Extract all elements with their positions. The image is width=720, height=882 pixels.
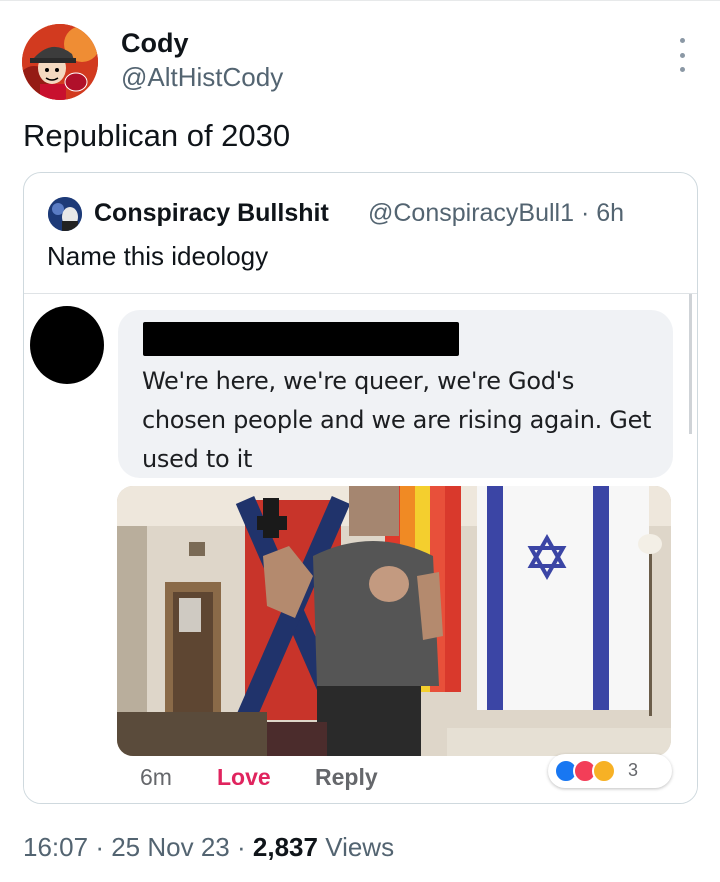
- haha-reaction-icon: [592, 759, 616, 783]
- author-name[interactable]: Cody: [121, 28, 189, 59]
- more-options-icon[interactable]: [672, 38, 692, 72]
- author-avatar[interactable]: [22, 24, 98, 100]
- post-date[interactable]: 25 Nov 23: [111, 832, 230, 862]
- post-time[interactable]: 16:07: [23, 832, 88, 862]
- comment-reply-button: Reply: [315, 764, 378, 790]
- top-divider: [0, 0, 720, 1]
- quoted-author-handle[interactable]: @ConspiracyBull1: [368, 199, 574, 227]
- quoted-media-image[interactable]: We're here, we're queer, we're God's cho…: [24, 293, 697, 803]
- author-handle[interactable]: @AltHistCody: [121, 62, 283, 93]
- footer-separator: ·: [236, 832, 246, 862]
- scrollbar-artifact: [689, 294, 692, 434]
- redacted-name-bar: [143, 322, 459, 356]
- quoted-author-name[interactable]: Conspiracy Bullshit: [94, 199, 329, 228]
- tweet-text: Republican of 2030: [23, 118, 291, 153]
- quoted-tweet-card[interactable]: Conspiracy Bullshit @ConspiracyBull1 · 6…: [23, 172, 698, 804]
- quoted-text: Name this ideology: [47, 241, 269, 271]
- quoted-age[interactable]: 6h: [596, 199, 624, 227]
- views-count[interactable]: 2,837: [253, 832, 318, 862]
- tweet-footer: 16:07 · 25 Nov 23 · 2,837 Views: [23, 832, 394, 863]
- reaction-summary: 3: [548, 754, 672, 788]
- comment-actions: 6m Love Reply 3: [24, 754, 697, 798]
- quoted-meta: @ConspiracyBull1 · 6h: [368, 199, 624, 228]
- redacted-avatar: [30, 306, 104, 384]
- comment-text: We're here, we're queer, we're God's cho…: [142, 367, 652, 473]
- comment-photo: [117, 486, 671, 756]
- footer-separator: ·: [95, 832, 104, 862]
- meta-separator: ·: [580, 199, 590, 227]
- comment-love-button: Love: [217, 764, 271, 790]
- reaction-count: 3: [628, 760, 639, 780]
- views-label[interactable]: Views: [325, 832, 394, 862]
- comment-time: 6m: [140, 764, 172, 790]
- comment-bubble: We're here, we're queer, we're God's cho…: [118, 310, 673, 478]
- quoted-author-avatar[interactable]: [48, 197, 82, 231]
